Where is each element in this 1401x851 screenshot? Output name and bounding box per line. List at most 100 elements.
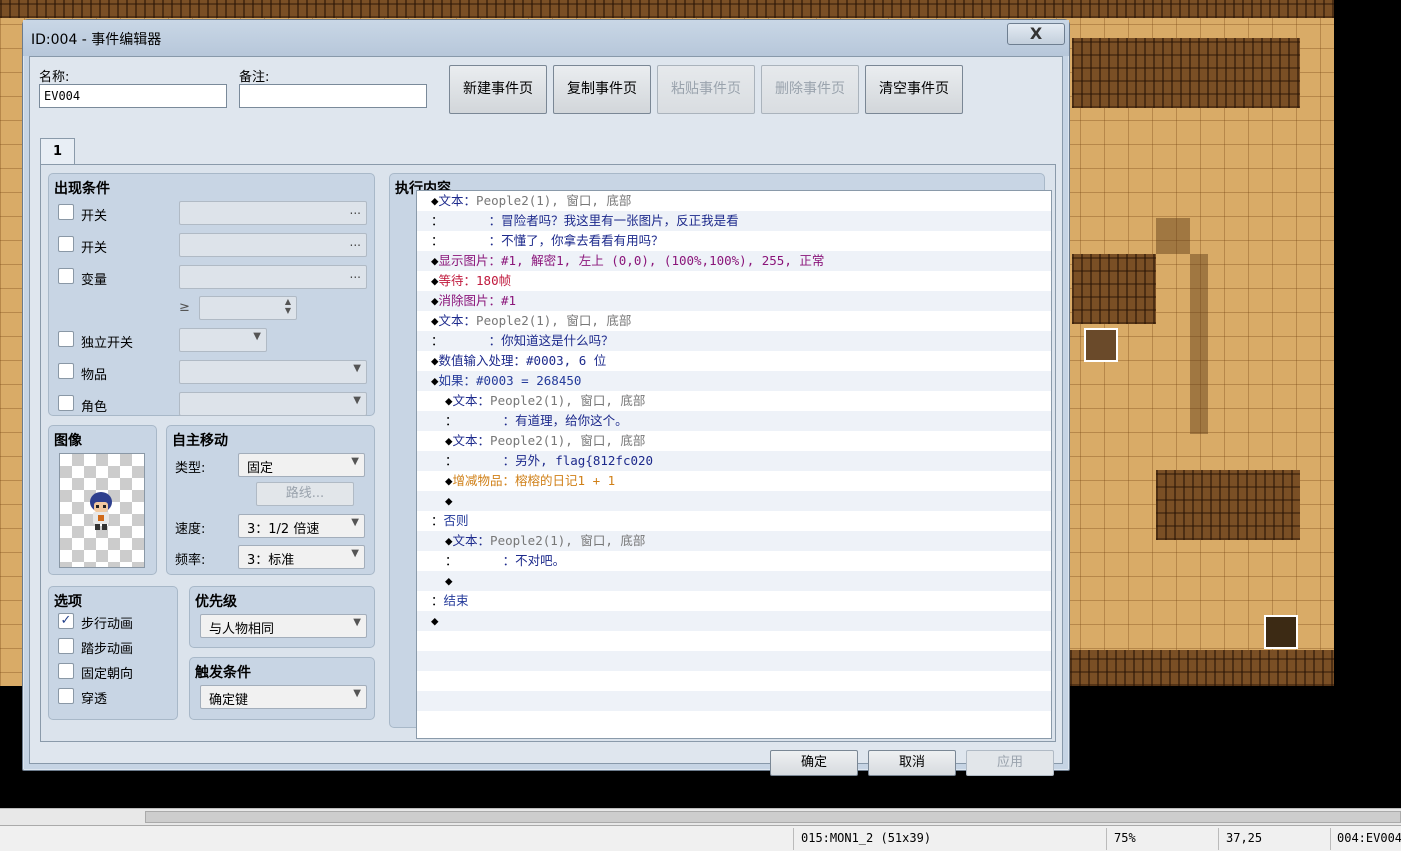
command-prefix: ◆ bbox=[431, 373, 439, 388]
item-checkbox[interactable] bbox=[58, 363, 74, 379]
command-args: People2(1), 窗口, 底部 bbox=[490, 433, 646, 448]
command-line[interactable]: ： ：另外, flag{812fc020 bbox=[417, 451, 1051, 471]
character-sprite-icon bbox=[90, 492, 112, 530]
switch1-label: 开关 bbox=[81, 209, 108, 224]
priority-title: 优先级 bbox=[195, 594, 237, 610]
status-map: 015:MON1_2 (51x39) bbox=[801, 831, 932, 845]
command-line[interactable] bbox=[417, 671, 1051, 691]
command-text: 文本： bbox=[452, 433, 491, 448]
direction-fix-label: 固定朝向 bbox=[81, 667, 134, 682]
trigger-group: 触发条件 确定键 ▼ bbox=[189, 657, 375, 720]
actor-select[interactable]: ▼ bbox=[179, 392, 367, 416]
command-text: ：不懂了，你拿去看看有用吗？ bbox=[443, 233, 664, 248]
command-line[interactable]: ◆ bbox=[417, 571, 1051, 591]
command-line[interactable]: ◆数值输入处理：#0003, 6 位 bbox=[417, 351, 1051, 371]
command-line[interactable]: ◆ bbox=[417, 611, 1051, 631]
item-select[interactable]: ▼ bbox=[179, 360, 367, 384]
command-line[interactable]: ◆文本：People2(1), 窗口, 底部 bbox=[417, 391, 1051, 411]
event-sprite[interactable] bbox=[1084, 328, 1118, 362]
map-wall bbox=[1070, 650, 1334, 686]
command-line[interactable]: ◆等待：180帧 bbox=[417, 271, 1051, 291]
conditions-title: 出现条件 bbox=[54, 181, 110, 197]
command-text: 文本： bbox=[438, 313, 477, 328]
command-line[interactable]: ◆消除图片：#1 bbox=[417, 291, 1051, 311]
stepping-anim-checkbox[interactable] bbox=[58, 638, 74, 654]
switch2-checkbox[interactable] bbox=[58, 236, 74, 252]
new-page-button[interactable]: 新建事件页 bbox=[449, 65, 547, 114]
tab-page-1[interactable]: 1 bbox=[40, 138, 75, 165]
image-title: 图像 bbox=[54, 433, 82, 449]
command-line[interactable]: ：结束 bbox=[417, 591, 1051, 611]
command-line[interactable]: ◆文本：People2(1), 窗口, 底部 bbox=[417, 191, 1051, 211]
trigger-select[interactable]: 确定键 ▼ bbox=[200, 685, 367, 709]
self-switch-checkbox[interactable] bbox=[58, 331, 74, 347]
command-line[interactable]: ：否则 bbox=[417, 511, 1051, 531]
image-group: 图像 bbox=[48, 425, 157, 575]
actor-checkbox[interactable] bbox=[58, 395, 74, 411]
command-line[interactable]: ： ：你知道这是什么吗？ bbox=[417, 331, 1051, 351]
direction-fix-checkbox[interactable] bbox=[58, 663, 74, 679]
route-button[interactable]: 路线... bbox=[256, 482, 354, 506]
command-line[interactable]: ： ：有道理，给你这个。 bbox=[417, 411, 1051, 431]
delete-page-button[interactable]: 删除事件页 bbox=[761, 65, 859, 114]
ok-button[interactable]: 确定 bbox=[770, 750, 858, 776]
command-line[interactable]: ◆文本：People2(1), 窗口, 底部 bbox=[417, 311, 1051, 331]
clear-page-button[interactable]: 清空事件页 bbox=[865, 65, 963, 114]
switch2-select[interactable]: ... bbox=[179, 233, 367, 257]
speed-select[interactable]: 3：1/2 倍速 ▼ bbox=[238, 514, 365, 538]
character-image[interactable] bbox=[59, 453, 145, 568]
priority-select[interactable]: 与人物相同 ▼ bbox=[200, 614, 367, 638]
close-button[interactable]: X bbox=[1007, 23, 1065, 45]
command-prefix: ◆ bbox=[431, 353, 439, 368]
command-line[interactable]: ◆显示图片：#1, 解密1, 左上 (0,0), (100%,100%), 25… bbox=[417, 251, 1051, 271]
copy-page-button[interactable]: 复制事件页 bbox=[553, 65, 651, 114]
dialog-body: 名称: EV004 备注: 新建事件页 复制事件页 粘贴事件页 删除事件页 清空… bbox=[29, 56, 1063, 776]
command-prefix: ： bbox=[431, 233, 444, 248]
command-line[interactable] bbox=[417, 631, 1051, 651]
switch1-select[interactable]: ... bbox=[179, 201, 367, 225]
type-select[interactable]: 固定 ▼ bbox=[238, 453, 365, 477]
name-label: 名称: bbox=[39, 70, 70, 85]
frequency-select[interactable]: 3：标准 ▼ bbox=[238, 545, 365, 569]
title-bar: ID:004 - 事件编辑器 X bbox=[23, 20, 1069, 56]
horizontal-scrollbar[interactable] bbox=[0, 808, 1401, 825]
options-title: 选项 bbox=[54, 594, 82, 610]
command-prefix: ： bbox=[431, 593, 444, 608]
name-input[interactable]: EV004 bbox=[39, 84, 227, 108]
command-line[interactable]: ： ：冒险者吗？我这里有一张图片，反正我是看 bbox=[417, 211, 1051, 231]
cancel-button[interactable]: 取消 bbox=[868, 750, 956, 776]
command-line[interactable] bbox=[417, 691, 1051, 711]
command-text: 文本： bbox=[452, 393, 491, 408]
trigger-title: 触发条件 bbox=[195, 665, 251, 681]
command-line[interactable]: ： ：不对吧。 bbox=[417, 551, 1051, 571]
command-prefix: ： bbox=[445, 553, 458, 568]
command-line[interactable]: ◆如果：#0003 = 268450 bbox=[417, 371, 1051, 391]
command-prefix: ◆ bbox=[431, 293, 439, 308]
command-line[interactable]: ◆文本：People2(1), 窗口, 底部 bbox=[417, 531, 1051, 551]
options-group: 选项 ✓ 步行动画 踏步动画 固定朝向 穿透 bbox=[48, 586, 178, 720]
variable-select[interactable]: ... bbox=[179, 265, 367, 289]
variable-value-spinner[interactable]: ▲ ▼ bbox=[199, 296, 297, 320]
command-text: 结束 bbox=[443, 593, 469, 608]
through-checkbox[interactable] bbox=[58, 688, 74, 704]
paste-page-button[interactable]: 粘贴事件页 bbox=[657, 65, 755, 114]
autonomous-movement-group: 自主移动 类型: 固定 ▼ 路线... 速度: 3：1/2 倍速 ▼ 频率: 3：标… bbox=[166, 425, 375, 575]
command-line[interactable]: ： ：不懂了，你拿去看看有用吗？ bbox=[417, 231, 1051, 251]
command-prefix: ◆ bbox=[431, 613, 439, 628]
command-line[interactable]: ◆文本：People2(1), 窗口, 底部 bbox=[417, 431, 1051, 451]
walking-anim-checkbox[interactable]: ✓ bbox=[58, 613, 74, 629]
command-line[interactable]: ◆ bbox=[417, 491, 1051, 511]
scrollbar-thumb[interactable] bbox=[145, 811, 1401, 823]
self-switch-select[interactable]: ▼ bbox=[179, 328, 267, 352]
command-list[interactable]: ◆文本：People2(1), 窗口, 底部： ：冒险者吗？我这里有一张图片，反… bbox=[416, 190, 1052, 739]
switch1-checkbox[interactable] bbox=[58, 204, 74, 220]
command-text: ：有道理，给你这个。 bbox=[457, 413, 628, 428]
map-shadow bbox=[1156, 218, 1190, 254]
note-input[interactable] bbox=[239, 84, 427, 108]
command-line[interactable] bbox=[417, 651, 1051, 671]
actor-label: 角色 bbox=[81, 400, 108, 415]
command-line[interactable]: ◆增减物品：榕榕的日记1 + 1 bbox=[417, 471, 1051, 491]
apply-button[interactable]: 应用 bbox=[966, 750, 1054, 776]
variable-checkbox[interactable] bbox=[58, 268, 74, 284]
walking-anim-label: 步行动画 bbox=[81, 617, 134, 632]
